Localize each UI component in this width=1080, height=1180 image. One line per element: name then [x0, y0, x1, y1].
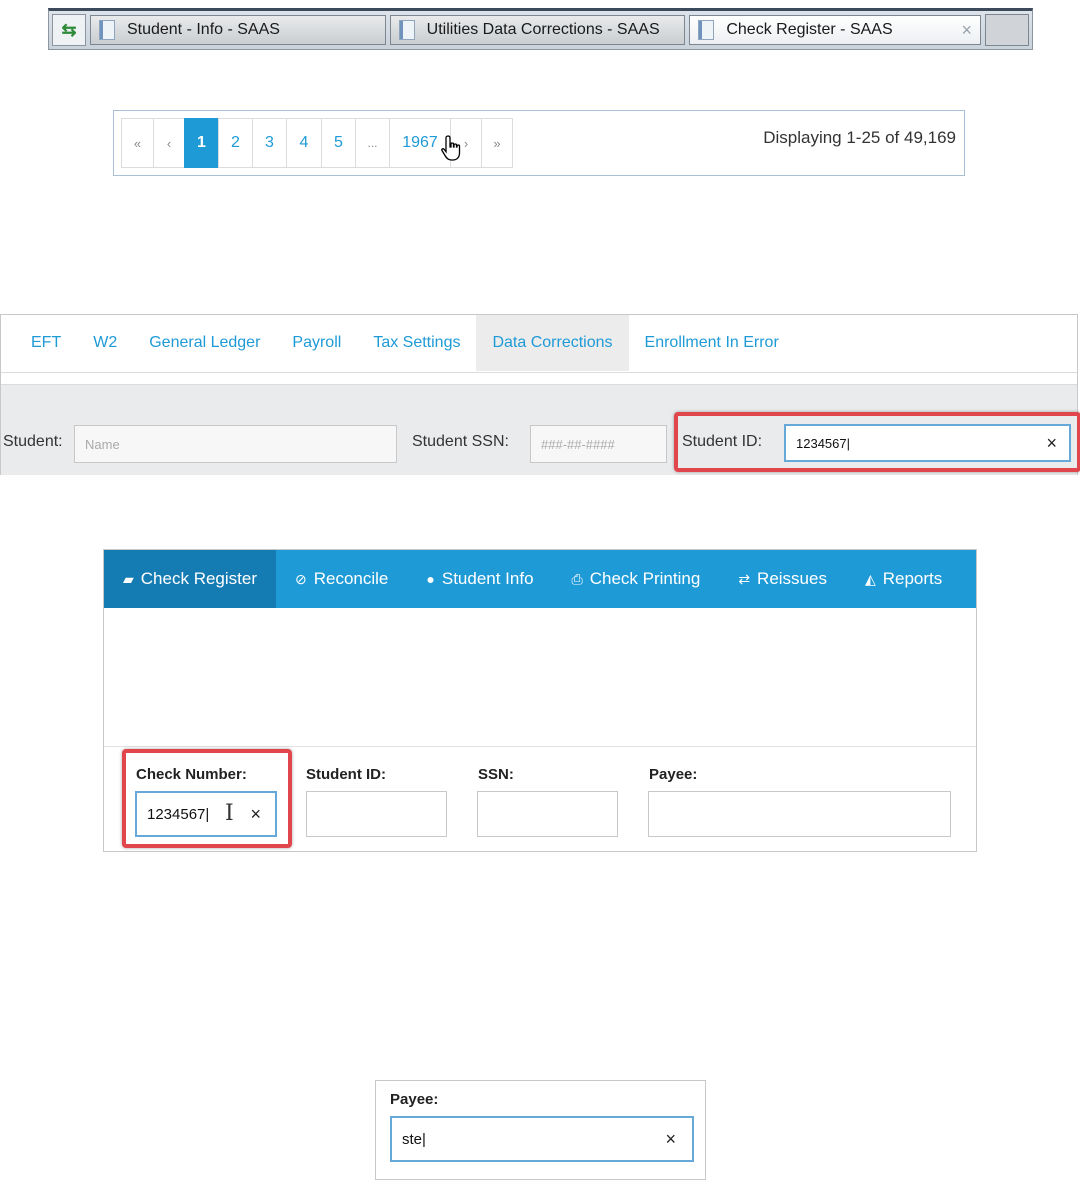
- tab-eft[interactable]: EFT: [1, 315, 77, 371]
- tab-reconcile[interactable]: ⊘ Reconcile: [276, 550, 407, 608]
- close-tab-icon[interactable]: ×: [962, 20, 973, 41]
- tab-label: Check Register: [140, 569, 257, 588]
- tab-reports[interactable]: ◭ Reports: [846, 550, 946, 608]
- student-ssn-input[interactable]: ###-##-####: [530, 425, 667, 463]
- student-id-value: 1234567: [796, 435, 847, 451]
- ssn-input[interactable]: [477, 791, 618, 837]
- retweet-icon: ⇄: [738, 570, 751, 587]
- window-tab-strip: ⇆ Student - Info - SAAS Utilities Data C…: [48, 8, 1033, 50]
- pagination-panel: « ‹ 1 2 3 4 5 ... 1967 › » Displaying 1-…: [113, 110, 965, 176]
- tab-label: Student Info: [441, 569, 534, 588]
- tab-label: Reconcile: [313, 569, 389, 588]
- check-register-panel: ▰ Check Register ⊘ Reconcile ● Student I…: [103, 549, 977, 852]
- clear-icon[interactable]: ×: [250, 804, 261, 825]
- last-page-button[interactable]: »: [481, 118, 513, 168]
- tab-student-info[interactable]: ● Student Info: [407, 550, 552, 608]
- tab-strip-menu-button[interactable]: [985, 14, 1029, 46]
- student-id-label: Student ID:: [682, 433, 763, 450]
- window-tab-utilities-data-corrections[interactable]: Utilities Data Corrections - SAAS: [389, 15, 686, 45]
- payee-label: Payee:: [390, 1091, 439, 1108]
- payee-filter-panel: Payee: ste | ×: [375, 1080, 706, 1180]
- printer-icon: ⎙: [571, 570, 583, 587]
- page-button-4[interactable]: 4: [286, 118, 322, 168]
- student-label: Student:: [3, 433, 63, 450]
- tab-check-printing[interactable]: ⎙ Check Printing: [553, 550, 720, 608]
- data-corrections-panel: EFT W2 General Ledger Payroll Tax Settin…: [0, 314, 1080, 475]
- window-tab-check-register[interactable]: Check Register - SAAS ×: [689, 15, 982, 45]
- tab-payroll[interactable]: Payroll: [276, 315, 357, 371]
- student-id-label: Student ID:: [306, 766, 386, 783]
- tab-general-ledger[interactable]: General Ledger: [133, 315, 276, 371]
- document-icon: [98, 20, 115, 40]
- tab-reissues[interactable]: ⇄ Reissues: [719, 550, 846, 608]
- document-icon: [698, 20, 715, 40]
- page-button-1[interactable]: 1: [184, 118, 219, 168]
- ssn-label: SSN:: [478, 766, 514, 783]
- student-id-input[interactable]: [306, 791, 447, 837]
- student-ssn-label: Student SSN:: [412, 433, 509, 450]
- payee-label: Payee:: [649, 766, 698, 783]
- page-button-3[interactable]: 3: [252, 118, 287, 168]
- student-id-input[interactable]: 1234567 | ×: [784, 424, 1071, 462]
- divider: [104, 746, 976, 747]
- book-icon: ▰: [123, 570, 134, 587]
- area-chart-icon: ◭: [864, 570, 876, 587]
- check-register-nav: ▰ Check Register ⊘ Reconcile ● Student I…: [104, 550, 976, 608]
- document-icon: [398, 20, 415, 40]
- tab-label: Reports: [882, 569, 943, 588]
- tab-label: Reissues: [757, 569, 827, 588]
- tab-w2[interactable]: W2: [77, 315, 133, 371]
- pagination-summary: Displaying 1-25 of 49,169: [763, 128, 956, 147]
- window-tab-student-info[interactable]: Student - Info - SAAS: [89, 15, 386, 45]
- tab-data-corrections[interactable]: Data Corrections: [476, 315, 629, 371]
- filter-bar: Student: Name Student SSN: ###-##-#### S…: [1, 384, 1080, 475]
- hand-cursor-icon: [441, 135, 461, 161]
- tab-tax-settings[interactable]: Tax Settings: [357, 315, 476, 371]
- window-tab-label: Student - Info - SAAS: [126, 21, 280, 38]
- tab-label: Check Printing: [589, 569, 701, 588]
- clear-icon[interactable]: ×: [1046, 433, 1057, 454]
- page-ellipsis: ...: [355, 118, 390, 168]
- tab-enrollment-in-error[interactable]: Enrollment In Error: [629, 315, 795, 371]
- text-cursor-icon: I: [225, 801, 234, 826]
- window-tab-label: Utilities Data Corrections - SAAS: [426, 21, 660, 38]
- page-button-2[interactable]: 2: [218, 118, 253, 168]
- check-number-input[interactable]: 1234567 | I ×: [135, 791, 277, 837]
- page-button-5[interactable]: 5: [321, 118, 356, 168]
- student-name-input[interactable]: Name: [74, 425, 397, 463]
- prev-page-button[interactable]: ‹: [153, 118, 185, 168]
- payee-input[interactable]: [648, 791, 951, 837]
- payee-value: ste: [402, 1130, 423, 1148]
- check-circle-icon: ⊘: [295, 570, 307, 587]
- first-page-button[interactable]: «: [121, 118, 154, 168]
- check-number-label: Check Number:: [136, 766, 247, 783]
- payee-input[interactable]: ste | ×: [390, 1116, 694, 1162]
- refresh-arrows-icon[interactable]: ⇆: [52, 14, 86, 46]
- window-tab-label: Check Register - SAAS: [726, 21, 893, 38]
- clear-icon[interactable]: ×: [665, 1129, 676, 1150]
- check-number-value: 1234567: [147, 805, 206, 823]
- utilities-nav-tabs: EFT W2 General Ledger Payroll Tax Settin…: [1, 315, 1077, 373]
- user-icon: ●: [426, 571, 435, 587]
- tab-check-register[interactable]: ▰ Check Register: [104, 550, 276, 608]
